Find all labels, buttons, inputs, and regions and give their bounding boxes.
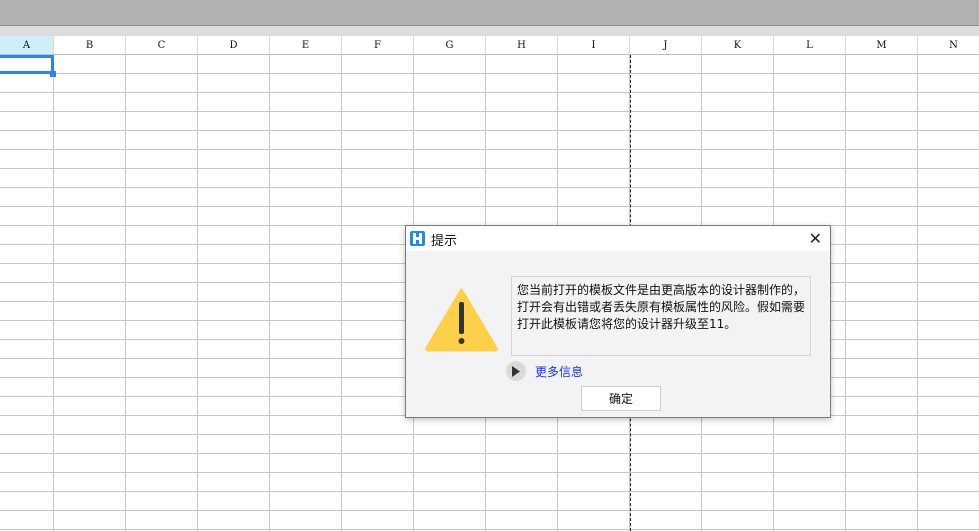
expand-arrow-icon[interactable]	[506, 361, 526, 381]
column-header-n[interactable]: N	[918, 36, 979, 55]
formula-bar-strip	[0, 26, 979, 36]
column-gridline	[197, 55, 198, 531]
row-gridline	[0, 472, 979, 473]
column-gridline	[53, 55, 54, 531]
ok-button[interactable]: 确定	[581, 386, 661, 411]
column-header-k[interactable]: K	[702, 36, 774, 55]
row-gridline	[0, 73, 979, 74]
row-gridline	[0, 130, 979, 131]
row-gridline	[0, 168, 979, 169]
column-header-h[interactable]: H	[486, 36, 558, 55]
column-headers: ABCDEFGHIJKLMN	[0, 36, 979, 55]
row-gridline	[0, 434, 979, 435]
row-gridline	[0, 92, 979, 93]
row-gridline	[0, 206, 979, 207]
column-header-e[interactable]: E	[270, 36, 342, 55]
column-gridline	[917, 55, 918, 531]
row-gridline	[0, 529, 979, 530]
dialog-title-bar: 提示 ✕	[406, 226, 830, 251]
selected-cell[interactable]	[0, 55, 54, 74]
message-text: 您当前打开的模板文件是由更高版本的设计器制作的，打开会有出错或者丢失原有模板属性…	[511, 276, 811, 356]
app-logo-icon	[410, 231, 425, 246]
row-gridline	[0, 111, 979, 112]
row-gridline	[0, 187, 979, 188]
row-gridline	[0, 453, 979, 454]
column-gridline	[341, 55, 342, 531]
column-header-f[interactable]: F	[342, 36, 414, 55]
column-gridline	[845, 55, 846, 531]
dialog-title: 提示	[431, 234, 458, 249]
column-header-b[interactable]: B	[54, 36, 126, 55]
column-header-d[interactable]: D	[198, 36, 270, 55]
more-info-toggle[interactable]: 更多信息	[506, 361, 583, 381]
column-header-a[interactable]: A	[0, 36, 54, 55]
row-gridline	[0, 510, 979, 511]
close-icon[interactable]: ✕	[809, 229, 822, 248]
row-gridline	[0, 491, 979, 492]
alert-dialog: 提示 ✕ 您当前打开的模板文件是由更高版本的设计器制作的，打开会有出错或者丢失原…	[405, 225, 831, 418]
column-header-l[interactable]: L	[774, 36, 846, 55]
column-header-j[interactable]: J	[630, 36, 702, 55]
column-header-i[interactable]: I	[558, 36, 630, 55]
column-header-c[interactable]: C	[126, 36, 198, 55]
column-header-m[interactable]: M	[846, 36, 918, 55]
column-gridline	[125, 55, 126, 531]
fill-handle[interactable]	[50, 71, 56, 77]
warning-icon	[425, 288, 498, 352]
more-info-link[interactable]: 更多信息	[535, 363, 583, 380]
top-toolbar	[0, 0, 979, 26]
column-header-g[interactable]: G	[414, 36, 486, 55]
row-gridline	[0, 149, 979, 150]
column-gridline	[269, 55, 270, 531]
